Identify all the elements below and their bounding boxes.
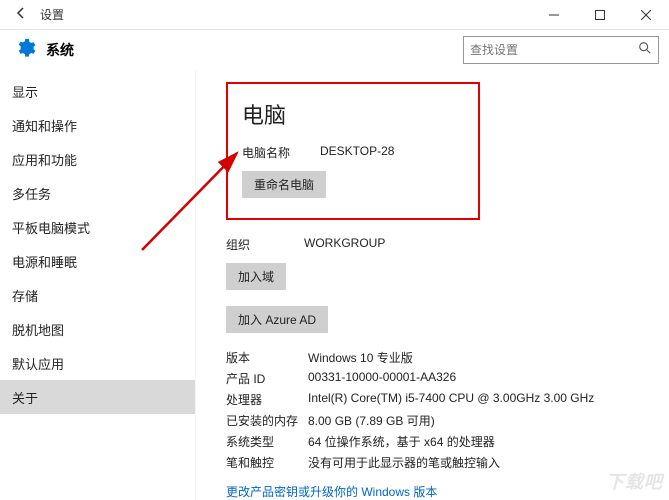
- gear-icon: [14, 37, 36, 64]
- sidebar-item-9[interactable]: 关于: [0, 380, 195, 414]
- page-title: 系统: [46, 40, 74, 60]
- annotation-highlight: 电脑 电脑名称 DESKTOP-28 重命名电脑: [226, 82, 480, 220]
- org-label: 组织: [226, 236, 304, 253]
- sidebar-item-6[interactable]: 存储: [0, 278, 195, 312]
- watermark: 下载吧: [606, 468, 663, 494]
- system-type-label: 系统类型: [226, 433, 308, 450]
- edition-value: Windows 10 专业版: [308, 349, 647, 366]
- product-id-value: 00331-10000-00001-AA326: [308, 370, 647, 387]
- org-value: WORKGROUP: [304, 236, 385, 253]
- product-id-label: 产品 ID: [226, 370, 308, 387]
- sidebar-item-7[interactable]: 脱机地图: [0, 312, 195, 346]
- pc-name-label: 电脑名称: [242, 144, 320, 161]
- sidebar-item-4[interactable]: 平板电脑模式: [0, 210, 195, 244]
- search-box[interactable]: [463, 36, 659, 64]
- search-input[interactable]: [470, 43, 638, 57]
- join-azure-button[interactable]: 加入 Azure AD: [226, 306, 328, 333]
- processor-value: Intel(R) Core(TM) i5-7400 CPU @ 3.00GHz …: [308, 391, 647, 408]
- ram-value: 8.00 GB (7.89 GB 可用): [308, 412, 647, 429]
- sidebar-item-1[interactable]: 通知和操作: [0, 108, 195, 142]
- ram-label: 已安装的内存: [226, 412, 308, 429]
- sidebar-item-5[interactable]: 电源和睡眠: [0, 244, 195, 278]
- sidebar: 显示通知和操作应用和功能多任务平板电脑模式电源和睡眠存储脱机地图默认应用关于: [0, 70, 196, 500]
- maximize-button[interactable]: [577, 0, 623, 30]
- close-button[interactable]: [623, 0, 669, 30]
- processor-label: 处理器: [226, 391, 308, 408]
- sidebar-item-3[interactable]: 多任务: [0, 176, 195, 210]
- content-area: 电脑 电脑名称 DESKTOP-28 重命名电脑 组织 WORKGROUP 加入…: [196, 70, 669, 500]
- sidebar-item-2[interactable]: 应用和功能: [0, 142, 195, 176]
- pc-name-value: DESKTOP-28: [320, 144, 394, 161]
- window-title: 设置: [40, 6, 64, 23]
- search-icon: [638, 41, 652, 60]
- sidebar-item-0[interactable]: 显示: [0, 74, 195, 108]
- pen-touch-value: 没有可用于此显示器的笔或触控输入: [308, 454, 647, 471]
- join-domain-button[interactable]: 加入域: [226, 263, 286, 290]
- system-type-value: 64 位操作系统，基于 x64 的处理器: [308, 433, 647, 450]
- minimize-button[interactable]: [531, 0, 577, 30]
- pen-touch-label: 笔和触控: [226, 454, 308, 471]
- rename-pc-button[interactable]: 重命名电脑: [242, 171, 326, 198]
- section-title-pc: 电脑: [242, 98, 464, 130]
- edition-label: 版本: [226, 349, 308, 366]
- sidebar-item-8[interactable]: 默认应用: [0, 346, 195, 380]
- link-upgrade[interactable]: 更改产品密钥或升级你的 Windows 版本: [226, 483, 647, 500]
- back-button[interactable]: [14, 6, 28, 23]
